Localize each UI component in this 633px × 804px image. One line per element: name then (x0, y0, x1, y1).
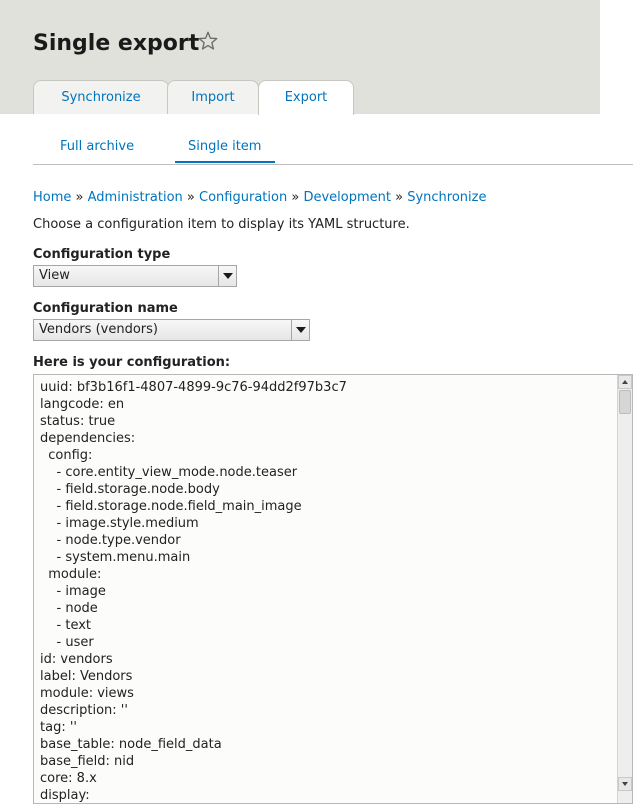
yaml-line: core: 8.x (40, 771, 97, 786)
yaml-line: - image (40, 584, 106, 599)
yaml-line: base_field: nid (40, 754, 135, 769)
config-type-select[interactable]: View (33, 265, 237, 287)
config-output-textarea[interactable]: uuid: bf3b16f1-4807-4899-9c76-94dd2f97b3… (33, 374, 633, 804)
page-description: Choose a configuration item to display i… (33, 217, 410, 232)
yaml-line: - field.storage.node.field_main_image (40, 499, 302, 514)
config-type-value: View (39, 268, 70, 283)
config-type-label: Configuration type (33, 247, 171, 262)
page-header: Single export Synchronize Import Export (0, 0, 600, 115)
yaml-line: - field.storage.node.body (40, 482, 220, 497)
breadcrumb-separator: » (186, 190, 195, 205)
breadcrumb-home[interactable]: Home (33, 190, 71, 205)
arrow-down-icon (622, 782, 628, 786)
yaml-line: - image.style.medium (40, 516, 199, 531)
yaml-line: - user (40, 635, 94, 650)
config-name-value: Vendors (vendors) (39, 322, 158, 337)
tab-export[interactable]: Export (258, 80, 354, 115)
chevron-down-icon (296, 327, 306, 333)
chevron-down-icon (223, 273, 233, 279)
yaml-line: langcode: en (40, 397, 125, 412)
breadcrumb-configuration[interactable]: Configuration (199, 190, 287, 205)
yaml-line: - node (40, 601, 98, 616)
tab-single-item[interactable]: Single item (175, 132, 275, 163)
breadcrumb-synchronize[interactable]: Synchronize (407, 190, 486, 205)
yaml-line: - text (40, 618, 92, 633)
config-name-select[interactable]: Vendors (vendors) (33, 319, 310, 341)
output-label: Here is your configuration: (33, 355, 231, 370)
page-title: Single export (33, 31, 200, 56)
yaml-line: dependencies: (40, 431, 136, 446)
yaml-output[interactable]: uuid: bf3b16f1-4807-4899-9c76-94dd2f97b3… (40, 379, 347, 803)
yaml-line: - node.type.vendor (40, 533, 181, 548)
breadcrumb-separator: » (291, 190, 300, 205)
yaml-line: - core.entity_view_mode.node.teaser (40, 465, 298, 480)
yaml-line: base_table: node_field_data (40, 737, 222, 752)
tab-full-archive[interactable]: Full archive (60, 132, 134, 163)
yaml-line: tag: '' (40, 720, 77, 735)
yaml-line: id: vendors (40, 652, 113, 667)
yaml-line: status: true (40, 414, 116, 429)
breadcrumb-separator: » (75, 190, 84, 205)
scrollbar-thumb[interactable] (619, 390, 631, 414)
scroll-up-button[interactable] (618, 375, 632, 389)
star-outline-icon[interactable] (197, 30, 219, 52)
arrow-up-icon (622, 380, 628, 384)
scroll-down-button[interactable] (618, 777, 632, 791)
vertical-scrollbar[interactable] (617, 375, 632, 803)
yaml-line: display: (40, 788, 90, 803)
yaml-line: label: Vendors (40, 669, 133, 684)
tab-synchronize[interactable]: Synchronize (33, 80, 169, 114)
dropdown-button[interactable] (291, 320, 309, 340)
config-name-label: Configuration name (33, 301, 178, 316)
yaml-line: module: (40, 567, 102, 582)
breadcrumb-separator: » (395, 190, 404, 205)
secondary-tabs: Full archive Single item (33, 132, 633, 165)
breadcrumb: Home » Administration » Configuration » … (33, 189, 486, 206)
dropdown-button[interactable] (218, 266, 236, 286)
breadcrumb-development[interactable]: Development (303, 190, 391, 205)
yaml-line: uuid: bf3b16f1-4807-4899-9c76-94dd2f97b3… (40, 380, 347, 395)
yaml-line: config: (40, 448, 93, 463)
breadcrumb-administration[interactable]: Administration (88, 190, 183, 205)
yaml-line: description: '' (40, 703, 128, 718)
tab-import[interactable]: Import (167, 80, 259, 114)
yaml-line: module: views (40, 686, 134, 701)
yaml-line: - system.menu.main (40, 550, 191, 565)
